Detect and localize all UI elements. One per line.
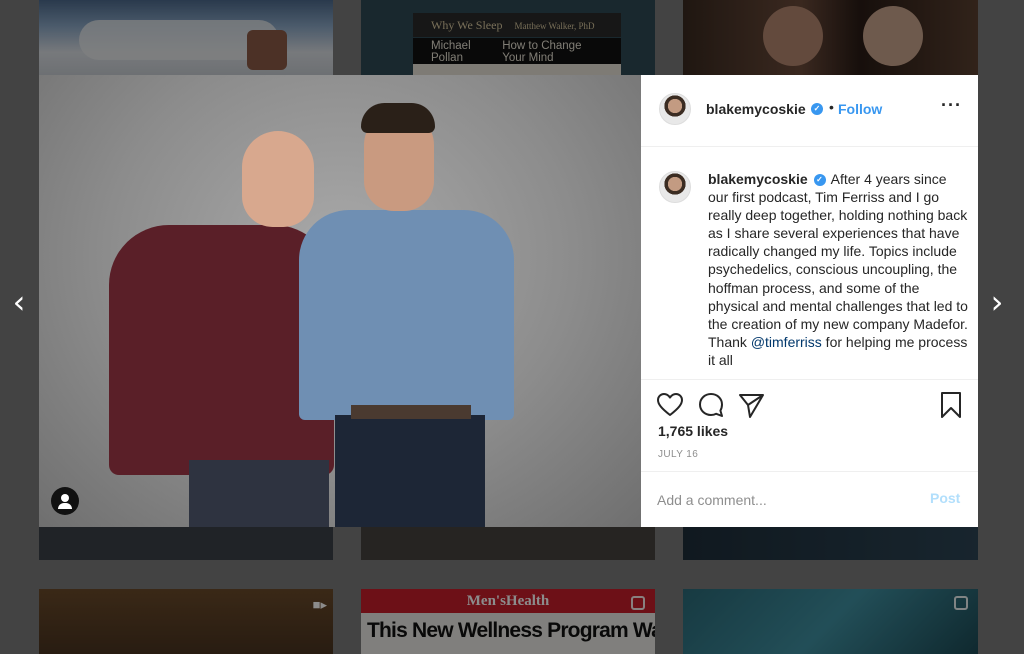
caption-text: blakemycoskie ✓ After 4 years since our …	[708, 170, 970, 369]
post-header: blakemycoskie ✓ • Follow ···	[641, 75, 978, 147]
person-left-pants	[189, 460, 329, 527]
username-link[interactable]: blakemycoskie	[706, 101, 806, 117]
avatar[interactable]	[659, 93, 691, 125]
verified-badge-icon: ✓	[813, 174, 826, 187]
tag-body	[58, 503, 72, 509]
bookmark-icon[interactable]	[936, 390, 966, 420]
paper-plane-icon[interactable]	[736, 390, 766, 420]
post-comment-button[interactable]: Post	[930, 490, 960, 506]
post-sidebar: blakemycoskie ✓ • Follow ··· blakemycosk…	[641, 75, 978, 527]
previous-post-button[interactable]: ‹	[4, 285, 34, 319]
more-options-icon[interactable]: ···	[941, 95, 962, 116]
avatar[interactable]	[659, 171, 691, 203]
person-right-pants	[335, 415, 485, 527]
caption-username[interactable]: blakemycoskie	[708, 171, 808, 187]
post-photo[interactable]	[39, 75, 641, 527]
caption-section: blakemycoskie ✓ After 4 years since our …	[641, 147, 978, 380]
comment-input[interactable]	[657, 490, 897, 510]
post-date[interactable]: JULY 16	[658, 449, 698, 460]
caption-body: After 4 years since our first podcast, T…	[708, 171, 968, 350]
belt	[351, 405, 471, 419]
post-modal: blakemycoskie ✓ • Follow ··· blakemycosk…	[39, 75, 978, 527]
person-left-head	[242, 131, 314, 227]
person-right-hair	[361, 103, 435, 133]
separator-dot: •	[829, 99, 834, 115]
follow-button[interactable]: Follow	[838, 101, 882, 117]
verified-badge-icon: ✓	[811, 103, 823, 115]
person-right-shirt	[299, 210, 514, 420]
user-tag-icon[interactable]	[51, 487, 79, 515]
tag-head	[61, 494, 69, 502]
next-post-button[interactable]: ›	[982, 285, 1012, 319]
mention-link[interactable]: @timferriss	[751, 334, 822, 350]
comment-icon[interactable]	[696, 390, 726, 420]
heart-icon[interactable]	[655, 390, 685, 420]
comment-box: Post	[641, 471, 978, 528]
likes-count[interactable]: 1,765 likes	[658, 423, 728, 439]
